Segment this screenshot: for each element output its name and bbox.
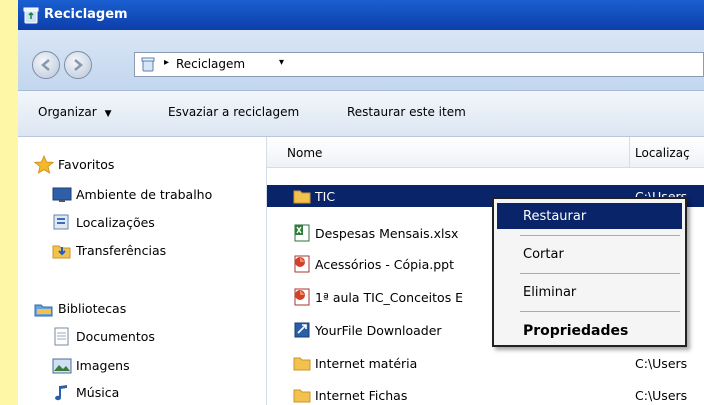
libraries-icon — [34, 304, 53, 317]
column-header-row: Nome Localizaç — [267, 137, 704, 168]
window-title: Reciclagem — [44, 7, 128, 22]
places-icon — [53, 214, 69, 230]
menu-separator — [520, 311, 680, 312]
recycle-bin-icon — [23, 7, 39, 24]
column-divider[interactable] — [629, 137, 630, 167]
context-menu: Restaurar Cortar Eliminar Propriedades — [492, 197, 687, 347]
menu-separator — [520, 273, 680, 274]
column-header-location[interactable]: Localizaç — [635, 146, 690, 160]
nav-desktop-label: Ambiente de trabalho — [76, 187, 213, 202]
folder-icon — [293, 190, 311, 204]
back-button[interactable] — [32, 51, 60, 79]
context-menu-delete[interactable]: Eliminar — [497, 279, 682, 305]
address-field[interactable]: ▸ Reciclagem ▾ — [134, 52, 704, 77]
title-bar[interactable]: Reciclagem — [18, 0, 704, 30]
recycle-bin-icon — [141, 57, 155, 72]
star-icon — [34, 155, 54, 174]
desktop-icon — [52, 187, 72, 202]
file-name: Internet Fichas — [315, 388, 408, 403]
context-menu-restore-label: Restaurar — [523, 209, 587, 224]
file-name: 1ª aula TIC_Conceitos E — [315, 290, 464, 305]
excel-file-icon — [294, 224, 310, 242]
nav-downloads-label: Transferências — [76, 243, 167, 258]
context-menu-delete-label: Eliminar — [523, 285, 577, 300]
table-row[interactable]: Internet Fichas C:\Users — [267, 384, 704, 405]
file-name: Despesas Mensais.xlsx — [315, 226, 459, 241]
powerpoint-file-icon — [294, 255, 310, 273]
file-name: Internet matéria — [315, 356, 418, 371]
organize-label: Organizar — [38, 105, 97, 119]
documents-icon — [54, 327, 69, 346]
folder-icon — [293, 389, 311, 403]
file-name: TIC — [315, 189, 336, 204]
context-menu-properties[interactable]: Propriedades — [497, 317, 682, 343]
powerpoint-file-icon — [294, 288, 310, 306]
breadcrumb-recycle-bin[interactable]: Reciclagem — [176, 57, 245, 71]
address-bar: ▸ Reciclagem ▾ — [18, 30, 704, 91]
nav-favorites-label: Favoritos — [58, 157, 115, 172]
chevron-down-icon: ▼ — [104, 109, 112, 119]
forward-button[interactable] — [64, 51, 92, 79]
folder-icon — [293, 357, 311, 371]
file-location: C:\Users — [635, 356, 688, 371]
pictures-icon — [52, 358, 72, 374]
back-arrow-icon — [41, 59, 50, 71]
organize-button[interactable]: Organizar ▼ — [38, 105, 112, 119]
downloads-folder-icon — [52, 245, 71, 259]
navigation-pane: Favoritos Ambiente de trabalho Localizaç… — [18, 137, 267, 405]
music-icon — [55, 385, 67, 401]
context-menu-properties-label: Propriedades — [523, 323, 629, 339]
empty-recycle-bin-button[interactable]: Esvaziar a reciclagem — [168, 105, 299, 119]
nav-libraries-label: Bibliotecas — [58, 301, 127, 316]
nav-places-label: Localizações — [76, 215, 155, 230]
command-bar: Organizar ▼ Esvaziar a reciclagem Restaur… — [18, 91, 704, 137]
context-menu-cut[interactable]: Cortar — [497, 241, 682, 267]
application-icon — [294, 322, 310, 338]
context-menu-cut-label: Cortar — [523, 247, 564, 262]
restore-item-button[interactable]: Restaurar este item — [347, 105, 466, 119]
nav-documents-label: Documentos — [76, 329, 155, 344]
nav-pictures-label: Imagens — [76, 358, 130, 373]
column-header-name[interactable]: Nome — [287, 146, 322, 160]
nav-music-label: Música — [76, 385, 120, 400]
breadcrumb-separator[interactable]: ▸ — [164, 57, 169, 68]
file-name: YourFile Downloader — [315, 323, 442, 338]
breadcrumb-dropdown[interactable]: ▾ — [279, 57, 284, 68]
forward-arrow-icon — [74, 59, 83, 71]
menu-separator — [520, 235, 680, 236]
context-menu-restore[interactable]: Restaurar — [497, 203, 682, 229]
file-location: C:\Users — [635, 388, 688, 403]
table-row[interactable]: Internet matéria C:\Users — [267, 352, 704, 374]
explorer-window: Reciclagem ▸ Reciclagem ▾ Organizar ▼ Es… — [18, 0, 704, 405]
file-name: Acessórios - Cópia.ppt — [315, 257, 454, 272]
